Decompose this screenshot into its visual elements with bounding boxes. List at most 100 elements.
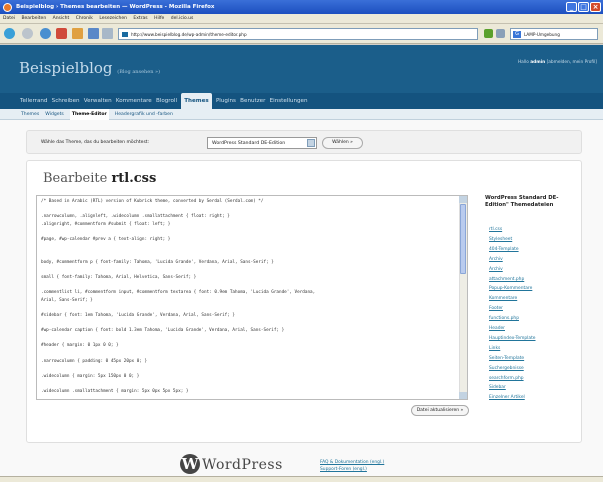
menu-themes[interactable]: Themes — [181, 93, 212, 109]
url-text: http://www.beispielblog.de/wp-admin/them… — [131, 32, 247, 37]
menu-tools[interactable]: Extras — [133, 16, 147, 21]
theme-file-link[interactable]: Header — [489, 326, 505, 331]
theme-file-link[interactable]: Seiten-Template — [489, 356, 524, 361]
window-titlebar: Beispielblog › Themes bearbeiten — WordP… — [0, 0, 603, 14]
code-line: .commentlist li, #commentform input, #co… — [41, 290, 316, 296]
submenu-widgets[interactable]: Widgets — [45, 109, 64, 120]
theme-file-link[interactable]: Links — [489, 346, 500, 351]
search-input[interactable]: G LAMP-Umgebung — [510, 28, 598, 40]
code-line: #sidebar { font: 1em Tahoma, 'Lucida Gra… — [41, 313, 236, 318]
google-icon: G — [513, 31, 521, 38]
theme-files-heading: WordPress Standard DE-Edition" Themedate… — [485, 195, 559, 208]
scrollbar[interactable] — [459, 196, 467, 399]
theme-file-link[interactable]: Footer — [489, 306, 503, 311]
status-bar — [0, 476, 603, 482]
code-line: body, #commentform p { font-family: Taho… — [41, 259, 274, 265]
submenu-themes[interactable]: Themes — [21, 109, 39, 120]
username: admin — [530, 60, 546, 65]
submenu-theme-editor[interactable]: Theme-Editor — [69, 109, 109, 120]
code-line: #header { margin: 0 1px 0 0; } — [41, 343, 119, 349]
code-line: #wp-calendar caption { font: bold 1.3em … — [41, 328, 285, 334]
greeting-text: Hallo — [517, 60, 529, 65]
menu-bookmarks[interactable]: Lesezeichen — [99, 16, 127, 21]
theme-file-link[interactable]: Stylesheet — [489, 237, 512, 242]
theme-file-link[interactable]: Popup-Kommentare — [489, 286, 532, 291]
theme-file-link[interactable]: attachment.php — [489, 277, 524, 282]
menu-edit[interactable]: Bearbeiten — [21, 16, 46, 21]
theme-file-link[interactable]: functions.php — [489, 316, 519, 321]
scrollbar-thumb[interactable] — [460, 204, 466, 274]
footer-links: FAQ & Dokumentation (engl.) Support-Fore… — [320, 459, 384, 473]
browser-menubar: Datei Bearbeiten Ansicht Chronik Lesezei… — [0, 14, 603, 24]
theme-select-label: Wähle das Theme, das du bearbeiten möcht… — [41, 140, 150, 145]
home-icon[interactable] — [72, 28, 83, 39]
menu-settings[interactable]: Einstellungen — [270, 93, 308, 109]
maximize-icon[interactable]: □ — [578, 2, 589, 12]
dropdown-icon[interactable] — [496, 29, 505, 38]
code-line: small { font-family: Tahoma, Arial, Helv… — [41, 275, 197, 280]
theme-select-value: WordPress Standard DE-Edition — [212, 141, 286, 146]
code-line: .widecolumn .smallattachment { margin: 5… — [41, 389, 189, 394]
page-title: Bearbeite rtl.css — [43, 171, 156, 186]
go-icon[interactable] — [484, 29, 493, 38]
faq-link[interactable]: FAQ & Dokumentation (engl.) — [320, 460, 384, 465]
reload-icon[interactable] — [40, 28, 51, 39]
menu-plugins[interactable]: Plugins — [216, 93, 236, 109]
theme-file-link[interactable]: Sidebar — [489, 385, 506, 390]
theme-file-link[interactable]: Suchergebnisse — [489, 366, 524, 371]
code-line: #page, #wp-calendar #prev a { text-align… — [41, 237, 171, 242]
theme-file-link[interactable]: searchform.php — [489, 376, 524, 381]
menu-view[interactable]: Ansicht — [53, 16, 70, 21]
main-content: Wähle das Theme, das du bearbeiten möcht… — [0, 120, 603, 476]
blog-name[interactable]: Beispielblog — [19, 59, 113, 77]
menu-dashboard[interactable]: Tellerrand — [20, 93, 47, 109]
chevron-down-icon[interactable] — [307, 139, 315, 147]
theme-select[interactable]: WordPress Standard DE-Edition — [207, 137, 317, 149]
bookmark-icon[interactable] — [88, 28, 99, 39]
view-blog-link[interactable]: (Blog ansehen ») — [117, 69, 160, 75]
menu-manage[interactable]: Verwalten — [84, 93, 112, 109]
theme-file-link[interactable]: Hauptindex-Template — [489, 336, 536, 341]
admin-main-menu: Tellerrand Schreiben Verwalten Kommentar… — [0, 93, 603, 109]
menu-users[interactable]: Benutzer — [240, 93, 265, 109]
user-greeting: Hallo admin [abmelden, mein Profil] — [518, 60, 597, 65]
code-line: /* Based in Arabic (RTL) version of Kubr… — [41, 199, 264, 204]
code-line: .alignright, #commentform #submit { floa… — [41, 221, 171, 227]
wp-header: Beispielblog (Blog ansehen ») Hallo admi… — [0, 45, 603, 93]
forums-link[interactable]: Support-Foren (engl.) — [320, 467, 367, 472]
theme-file-link[interactable]: 404-Template — [489, 247, 519, 252]
window-title: Beispielblog › Themes bearbeiten — WordP… — [16, 4, 215, 10]
theme-file-link[interactable]: Kommentare — [489, 296, 517, 301]
stop-icon[interactable] — [56, 28, 67, 39]
update-file-button[interactable]: Datei aktualisieren » — [411, 405, 469, 416]
close-icon[interactable]: × — [590, 2, 601, 12]
wordpress-logo-icon: W — [180, 454, 200, 474]
theme-file-link[interactable]: rtl.css — [489, 227, 502, 232]
select-theme-button[interactable]: Wählen » — [322, 137, 363, 149]
code-line: Arial, Sans-Serif; } — [41, 297, 93, 303]
submenu-header-image[interactable]: Headergrafik und -farben — [115, 109, 173, 120]
theme-file-link[interactable]: Einzelner Artikel — [489, 395, 525, 400]
menu-delicious[interactable]: del.icio.us — [171, 16, 194, 21]
menu-help[interactable]: Hilfe — [154, 16, 164, 21]
logout-profile-links[interactable]: [abmelden, mein Profil] — [547, 60, 597, 65]
menu-file[interactable]: Datei — [3, 16, 15, 21]
url-input[interactable]: http://www.beispielblog.de/wp-admin/them… — [118, 28, 478, 40]
theme-file-link[interactable]: Archiv — [489, 267, 503, 272]
code-textarea[interactable]: /* Based in Arabic (RTL) version of Kubr… — [36, 195, 468, 400]
menu-comments[interactable]: Kommentare — [116, 93, 152, 109]
scroll-down-icon[interactable] — [459, 392, 467, 399]
menu-write[interactable]: Schreiben — [52, 93, 80, 109]
theme-select-box: Wähle das Theme, das du bearbeiten möcht… — [26, 130, 582, 154]
theme-file-link[interactable]: Archiv — [489, 257, 503, 262]
tab-icon[interactable] — [102, 28, 113, 39]
wordpress-wordmark: WordPress — [202, 457, 283, 473]
forward-icon[interactable] — [22, 28, 33, 39]
code-line: .narrowcolumn { padding: 0 45px 20px 0; … — [41, 358, 148, 364]
scroll-up-icon[interactable] — [459, 196, 467, 203]
menu-blogroll[interactable]: Blogroll — [156, 93, 177, 109]
back-icon[interactable] — [4, 28, 15, 39]
minimize-icon[interactable]: _ — [566, 2, 577, 12]
favicon-icon — [122, 32, 128, 37]
menu-history[interactable]: Chronik — [76, 16, 93, 21]
